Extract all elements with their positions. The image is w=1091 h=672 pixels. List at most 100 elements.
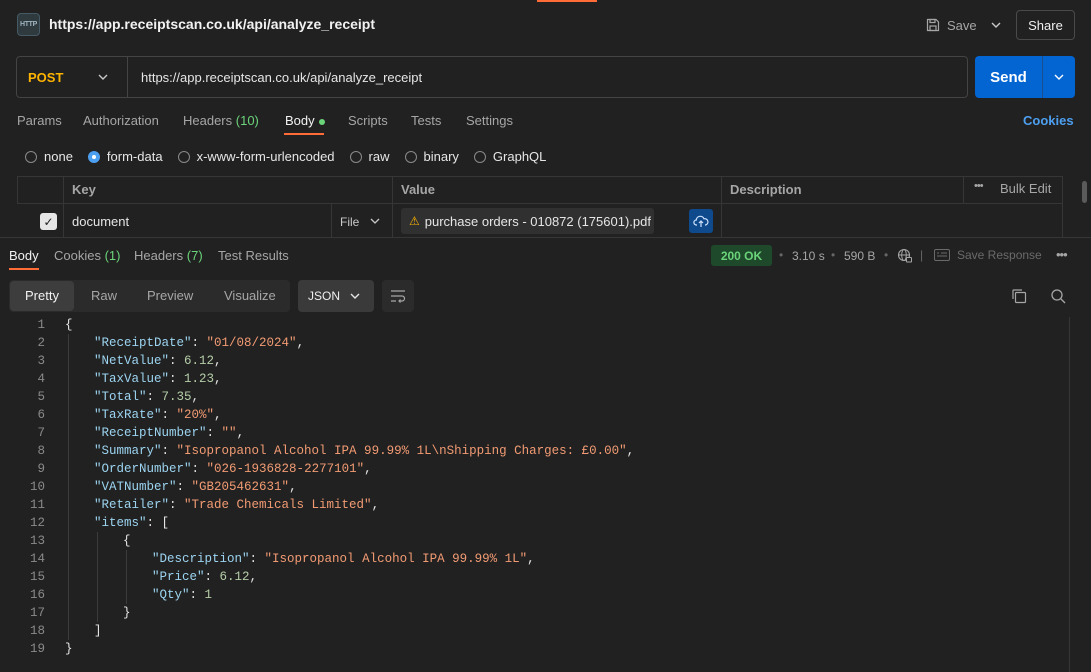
radio-graphql[interactable]: GraphQL: [473, 149, 546, 164]
code-line-text: "VATNumber": "GB205462631",: [94, 478, 297, 496]
selected-file-chip[interactable]: ⚠ purchase orders - 010872 (175601).pdf: [401, 208, 654, 234]
format-select[interactable]: JSON: [298, 280, 374, 312]
line-number: 2: [37, 336, 45, 350]
tab-authorization[interactable]: Authorization: [83, 113, 159, 128]
code-line-text: "ReceiptNumber": "",: [94, 424, 244, 442]
line-number: 4: [37, 372, 45, 386]
radio-urlencoded-label: x-www-form-urlencoded: [196, 149, 335, 164]
code-line: 10 "VATNumber": "GB205462631",: [0, 478, 1069, 496]
json-punctuation: :: [169, 354, 185, 368]
row-key-input[interactable]: document: [72, 214, 129, 229]
tab-scripts[interactable]: Scripts: [348, 113, 388, 128]
wrap-lines-button[interactable]: [382, 280, 414, 312]
format-chevron-down-icon[interactable]: [350, 288, 360, 307]
response-tab-headers[interactable]: Headers (7): [134, 248, 203, 263]
line-number: 9: [37, 462, 45, 476]
tab-body[interactable]: Body: [285, 113, 325, 128]
save-response-label: Save Response: [957, 248, 1042, 262]
code-line-text: "Description": "Isopropanol Alcohol IPA …: [152, 550, 535, 568]
copy-icon[interactable]: [1011, 288, 1027, 307]
more-options-icon[interactable]: •••: [974, 180, 984, 192]
response-tab-cookies[interactable]: Cookies (1): [54, 248, 120, 263]
response-body-code[interactable]: 1{2 "ReceiptDate": "01/08/2024", 3 "NetValu…: [0, 316, 1069, 658]
json-number: 1: [204, 588, 213, 602]
response-tab-body[interactable]: Body: [9, 248, 39, 263]
json-punctuation: ,: [626, 444, 635, 458]
code-scrollbar-track[interactable]: [1069, 317, 1070, 672]
json-key: "VATNumber": [94, 480, 177, 494]
method-chevron-down-icon[interactable]: [98, 68, 108, 89]
line-number: 15: [29, 570, 45, 584]
wrap-lines-icon: [391, 290, 406, 303]
radio-raw[interactable]: raw: [349, 149, 390, 164]
send-options-chevron-down-icon[interactable]: [1043, 56, 1075, 98]
send-button[interactable]: Send: [975, 56, 1043, 98]
code-line-text: "Total": 7.35,: [94, 388, 199, 406]
response-tab-test-results[interactable]: Test Results: [218, 248, 289, 263]
json-string: "": [221, 426, 237, 440]
radio-graphql-circle: [473, 150, 486, 163]
tab-headers-label: Headers: [183, 113, 233, 128]
row-type-select[interactable]: File: [340, 215, 359, 229]
tab-headers[interactable]: Headers (10): [183, 113, 259, 128]
network-globe-icon[interactable]: [897, 248, 913, 267]
view-mode-pretty[interactable]: Pretty: [25, 288, 59, 303]
save-button[interactable]: Save: [926, 12, 977, 38]
bulk-edit-button[interactable]: Bulk Edit: [1000, 181, 1051, 196]
radio-raw-circle: [349, 150, 362, 163]
form-table-header: [17, 176, 1062, 204]
code-line-text: }: [65, 640, 73, 658]
status-badge[interactable]: 200 OK: [711, 245, 772, 266]
response-divider[interactable]: [0, 237, 1091, 238]
tab-params[interactable]: Params: [17, 113, 62, 128]
tab-settings[interactable]: Settings: [466, 113, 513, 128]
radio-binary[interactable]: binary: [404, 149, 459, 164]
row-enabled-checkbox[interactable]: ✓: [40, 213, 57, 230]
table-scrollbar[interactable]: [1082, 181, 1087, 203]
code-line: 12 "items": [: [0, 514, 1069, 532]
method-select[interactable]: POST: [28, 70, 63, 85]
code-line: 13 {: [0, 532, 1069, 550]
line-number: 12: [29, 516, 45, 530]
code-line: 8 "Summary": "Isopropanol Alcohol IPA 99.…: [0, 442, 1069, 460]
json-punctuation: ,: [371, 498, 380, 512]
response-time[interactable]: 3.10 s: [792, 249, 825, 263]
tab-tests[interactable]: Tests: [411, 113, 441, 128]
cookies-link[interactable]: Cookies: [1023, 113, 1074, 128]
json-string: "GB205462631": [191, 480, 290, 494]
json-punctuation: :: [146, 390, 162, 404]
type-chevron-down-icon[interactable]: [370, 212, 380, 233]
code-line: 11 "Retailer": "Trade Chemicals Limited",: [0, 496, 1069, 514]
line-number: 17: [29, 606, 45, 620]
code-line: 1{: [0, 316, 1069, 334]
response-more-options-icon[interactable]: •••: [1056, 247, 1068, 262]
line-number: 14: [29, 552, 45, 566]
request-title[interactable]: https://app.receiptscan.co.uk/api/analyz…: [49, 16, 375, 32]
code-line-text: "NetValue": 6.12,: [94, 352, 222, 370]
search-icon[interactable]: [1050, 288, 1066, 307]
radio-form-data[interactable]: form-data: [87, 149, 163, 164]
table-divider: [392, 176, 393, 238]
code-line: 3 "NetValue": 6.12,: [0, 352, 1069, 370]
cloud-upload-icon[interactable]: [689, 209, 713, 233]
json-string: "20%": [176, 408, 215, 422]
save-options-chevron-down-icon[interactable]: [986, 12, 1006, 38]
view-mode-preview[interactable]: Preview: [147, 288, 193, 303]
view-mode-visualize[interactable]: Visualize: [224, 288, 276, 303]
warning-icon: ⚠: [409, 214, 420, 228]
active-tab-indicator: [537, 0, 597, 2]
json-punctuation: ]: [94, 624, 102, 638]
response-tab-headers-label: Headers: [134, 248, 184, 263]
radio-none[interactable]: none: [25, 149, 73, 164]
url-input[interactable]: https://app.receiptscan.co.uk/api/analyz…: [141, 70, 422, 85]
radio-urlencoded[interactable]: x-www-form-urlencoded: [177, 149, 335, 164]
http-request-icon: HTTP: [17, 13, 40, 36]
save-response-button[interactable]: Save Response: [934, 248, 1042, 262]
json-string: "Isopropanol Alcohol IPA 99.99% 1L\nShip…: [176, 444, 627, 458]
response-size[interactable]: 590 B: [844, 249, 875, 263]
table-divider: [963, 176, 964, 204]
save-label: Save: [947, 17, 977, 33]
share-button[interactable]: Share: [1016, 10, 1075, 40]
view-mode-raw[interactable]: Raw: [91, 288, 117, 303]
json-punctuation: :: [191, 462, 207, 476]
